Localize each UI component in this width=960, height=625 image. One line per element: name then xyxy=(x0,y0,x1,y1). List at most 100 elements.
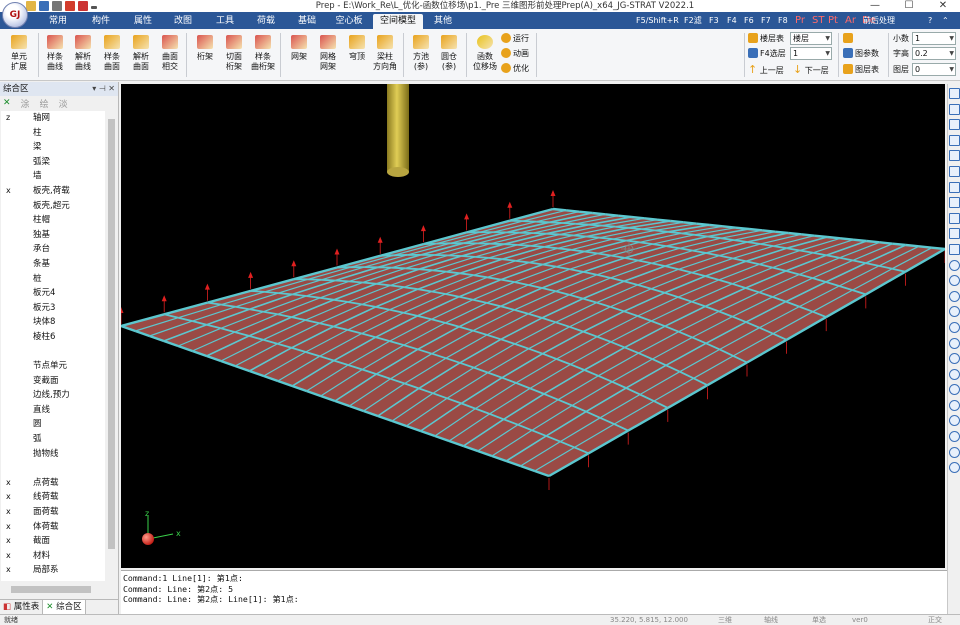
close-x-icon[interactable]: ✕ xyxy=(3,98,11,108)
tab-8[interactable]: 空间模型 xyxy=(373,14,423,29)
draw-tool[interactable]: 绘 xyxy=(40,97,49,110)
pin-close-icons[interactable]: ▾ ⊣ ✕ xyxy=(92,82,115,96)
list-item[interactable]: 圆 xyxy=(1,417,105,432)
quick-red-1[interactable]: ST xyxy=(812,12,824,29)
notes-button[interactable] xyxy=(843,32,855,46)
list-item[interactable]: 块体8 xyxy=(1,315,105,330)
list-item[interactable]: 弧梁 xyxy=(1,155,105,170)
open-folder-icon[interactable] xyxy=(26,1,36,11)
tab-7[interactable]: 空心板 xyxy=(330,14,368,29)
list-item[interactable]: 边线,预力 xyxy=(1,388,105,403)
ribbon-button-2[interactable]: 解析曲线 xyxy=(68,31,98,79)
list-item[interactable]: 柱帽 xyxy=(1,213,105,228)
view-tool-icon-13[interactable] xyxy=(949,291,960,302)
item-mark[interactable]: x xyxy=(6,184,11,199)
list-horizontal-scrollbar[interactable] xyxy=(1,584,117,595)
help-icon[interactable]: ? xyxy=(928,12,932,29)
quick-key-6[interactable]: F8 xyxy=(778,12,788,29)
f4-layer-select-button[interactable]: F4选层 xyxy=(748,47,786,61)
down-floor-button[interactable]: ↓ 下一层 xyxy=(793,63,829,77)
fade-tool[interactable]: 淡 xyxy=(59,97,68,110)
list-item[interactable]: 承台 xyxy=(1,242,105,257)
view-tool-icon-11[interactable] xyxy=(949,260,960,271)
list-item[interactable]: 板元4 xyxy=(1,286,105,301)
list-item[interactable]: x点荷载 xyxy=(1,476,105,491)
view-tool-icon-5[interactable] xyxy=(949,166,960,177)
item-mark[interactable]: x xyxy=(6,563,11,578)
ribbon-button-10[interactable]: 网格网架 xyxy=(313,31,343,79)
view-tool-icon-10[interactable] xyxy=(949,244,960,255)
quick-red-3[interactable]: Ar xyxy=(845,12,856,29)
view-tool-icon-14[interactable] xyxy=(949,306,960,317)
close-button[interactable]: ✕ xyxy=(926,0,960,12)
view-tool-icon-0[interactable] xyxy=(949,88,960,99)
quick-key-0[interactable]: F5/Shift+R xyxy=(636,12,679,29)
list-item[interactable]: 抛物线 xyxy=(1,447,105,462)
ribbon-button-11[interactable]: 穹顶 xyxy=(342,31,372,79)
layer-table-button[interactable]: 图层表 xyxy=(843,63,879,77)
save-icon[interactable] xyxy=(39,1,49,11)
ribbon-button-5[interactable]: 曲面相交 xyxy=(155,31,185,79)
view-tool-icon-18[interactable] xyxy=(949,369,960,380)
view-tool-icon-4[interactable] xyxy=(949,150,960,161)
quick-key-1[interactable]: F2滤 xyxy=(684,12,702,29)
animate-button[interactable]: 动画 xyxy=(501,47,529,61)
layer-field[interactable]: 0▼ xyxy=(912,63,956,76)
list-vertical-scrollbar[interactable] xyxy=(106,111,117,581)
item-mark[interactable]: z xyxy=(6,111,10,126)
item-mark[interactable]: x xyxy=(6,549,11,564)
ribbon-button-3[interactable]: 样条曲面 xyxy=(97,31,127,79)
view-tool-icon-24[interactable] xyxy=(949,462,960,473)
view-tool-icon-17[interactable] xyxy=(949,353,960,364)
3d-viewport[interactable]: z x xyxy=(121,84,945,568)
list-item[interactable]: x线荷载 xyxy=(1,490,105,505)
f4-layer-select[interactable]: 1▼ xyxy=(790,47,832,60)
ribbon-button-7[interactable]: 切面桁架 xyxy=(219,31,249,79)
list-item[interactable]: 桩 xyxy=(1,272,105,287)
list-item[interactable]: 直线 xyxy=(1,403,105,418)
list-item[interactable]: z轴网 xyxy=(1,111,105,126)
list-item[interactable]: 条基 xyxy=(1,257,105,272)
list-item[interactable]: 独基 xyxy=(1,228,105,243)
collapse-ribbon-icon[interactable]: ⌃ xyxy=(942,12,949,29)
list-item[interactable]: x板壳,荷载 xyxy=(1,184,105,199)
quick-key-5[interactable]: F7 xyxy=(761,12,771,29)
up-floor-button[interactable]: ↑ 上一层 xyxy=(748,63,784,77)
list-item[interactable]: 柱 xyxy=(1,126,105,141)
tab-properties[interactable]: ◧ 属性表 xyxy=(0,600,43,615)
decimals-field[interactable]: 1▼ xyxy=(912,32,956,45)
ribbon-button-1[interactable]: 样条曲线 xyxy=(40,31,70,79)
tab-0[interactable]: 常用 xyxy=(40,14,76,29)
optimize-button[interactable]: 优化 xyxy=(501,62,529,76)
item-mark[interactable]: x xyxy=(6,490,11,505)
view-tool-icon-21[interactable] xyxy=(949,415,960,426)
ribbon-button-12[interactable]: 梁柱方向角 xyxy=(370,31,400,79)
layer-params-button[interactable]: 图参数 xyxy=(843,47,879,61)
floor-table-button[interactable]: 楼层表 xyxy=(748,32,784,46)
list-item[interactable]: 板元3 xyxy=(1,301,105,316)
tab-2[interactable]: 属性 xyxy=(125,14,161,29)
ribbon-button-0[interactable]: 单元扩展 xyxy=(4,31,34,79)
tab-1[interactable]: 构件 xyxy=(83,14,119,29)
quick-key-4[interactable]: F6 xyxy=(744,12,754,29)
item-mark[interactable]: x xyxy=(6,476,11,491)
char-height-field[interactable]: 0.2▼ xyxy=(912,47,956,60)
item-mark[interactable]: x xyxy=(6,520,11,535)
list-item[interactable]: 墙 xyxy=(1,169,105,184)
command-console[interactable]: Command:1 Line[1]: 第1点: Command: Line: 第… xyxy=(121,570,947,614)
dropdown-icon[interactable] xyxy=(91,6,97,9)
view-tool-icon-6[interactable] xyxy=(949,182,960,193)
list-item[interactable]: 棱柱6 xyxy=(1,330,105,345)
item-mark[interactable]: x xyxy=(6,534,11,549)
ribbon-button-13[interactable]: 方池(参) xyxy=(406,31,436,79)
ribbon-button-4[interactable]: 解析曲面 xyxy=(126,31,156,79)
ribbon-button-8[interactable]: 样条曲桁架 xyxy=(248,31,278,79)
view-tool-icon-3[interactable] xyxy=(949,135,960,146)
view-tool-icon-12[interactable] xyxy=(949,275,960,286)
quick-red-2[interactable]: Pt xyxy=(828,12,838,29)
list-item[interactable]: x体荷载 xyxy=(1,520,105,535)
ribbon-button-9[interactable]: 网架 xyxy=(284,31,314,79)
tab-6[interactable]: 基础 xyxy=(289,14,325,29)
list-item[interactable]: 节点单元 xyxy=(1,359,105,374)
list-item[interactable]: x面荷载 xyxy=(1,505,105,520)
